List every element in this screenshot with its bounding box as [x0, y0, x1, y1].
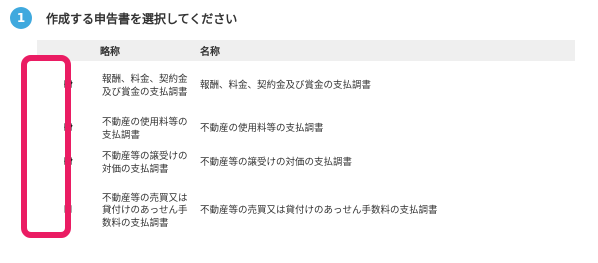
select-checkbox[interactable]	[63, 157, 72, 166]
name-cell: 不動産等の譲受けの対価の支払調書	[200, 157, 353, 169]
select-checkbox[interactable]	[63, 80, 72, 89]
table-row[interactable]: 不動産等の譲受けの対価の支払調書 不動産等の譲受けの対価の支払調書	[37, 147, 575, 180]
checkbox-cell	[37, 180, 98, 243]
step-title: 作成する申告書を選択してください	[46, 11, 238, 26]
name-cell: 報酬、料金、契約金及び賞金の支払調書	[200, 80, 372, 92]
abbr-cell: 不動産の使用料等の支払調書	[102, 117, 188, 141]
abbr-cell: 不動産等の売買又は貸付けのあっせん手数料の支払調書	[102, 192, 188, 229]
abbr-cell: 不動産等の譲受けの対価の支払調書	[102, 151, 188, 175]
name-cell: 不動産等の売買又は貸付けのあっせん手数料の支払調書	[200, 205, 438, 217]
checkbox-cell	[37, 61, 98, 112]
table-row[interactable]: 不動産の使用料等の支払調書 不動産の使用料等の支払調書	[37, 112, 575, 147]
table-row[interactable]: 不動産等の売買又は貸付けのあっせん手数料の支払調書 不動産等の売買又は貸付けのあ…	[37, 180, 575, 243]
step-number-badge: 1	[10, 7, 32, 29]
select-checkbox[interactable]	[63, 205, 72, 214]
form-selection-table: 略称 名称 報酬、料金、契約金及び賞金の支払調書 報酬、料金、契約金及び賞金の支…	[37, 40, 575, 243]
name-cell: 不動産の使用料等の支払調書	[200, 123, 324, 135]
checkbox-cell	[37, 147, 98, 180]
abbr-cell: 報酬、料金、契約金及び賞金の支払調書	[102, 74, 188, 98]
step-header: 1 作成する申告書を選択してください	[10, 6, 237, 30]
abbr-column-header: 略称	[37, 40, 196, 61]
table-row[interactable]: 報酬、料金、契約金及び賞金の支払調書 報酬、料金、契約金及び賞金の支払調書	[37, 61, 575, 112]
select-checkbox[interactable]	[63, 123, 72, 132]
checkbox-cell	[37, 112, 98, 147]
name-column-header: 名称	[196, 40, 575, 61]
table-header-row: 略称 名称	[37, 40, 575, 61]
